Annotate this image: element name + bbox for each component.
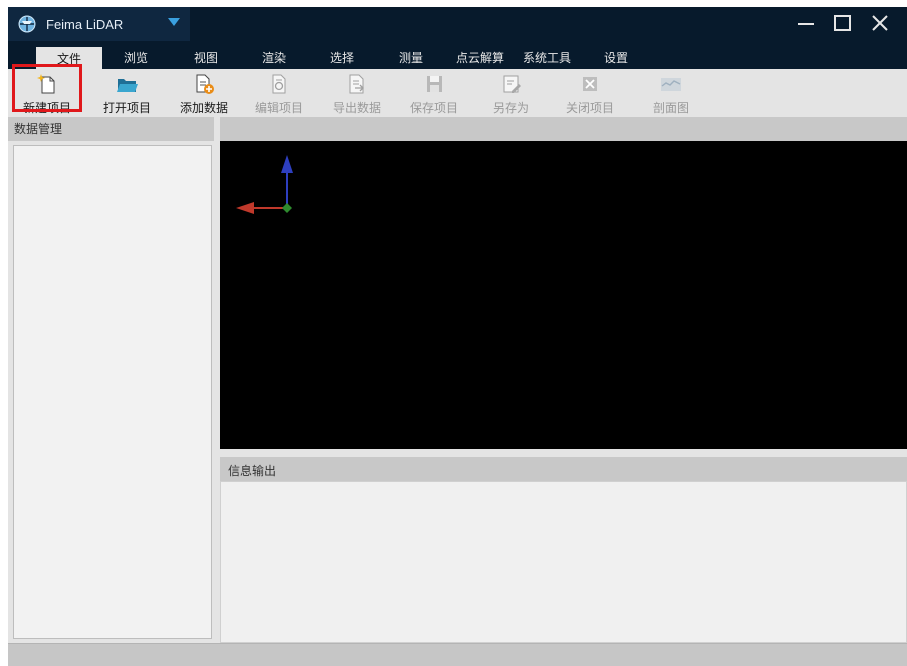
info-output-body[interactable]: [220, 481, 907, 643]
toolbar: 新建项目 打开项目 添加数据 编辑项目 导出数据 保存项目 另存为 关闭项目 剖…: [8, 69, 907, 117]
viewport-header: [220, 117, 907, 141]
add-data-label: 添加数据: [179, 101, 228, 115]
close-project-button[interactable]: 关闭项目: [557, 69, 623, 117]
3d-viewport[interactable]: [220, 141, 907, 449]
menu-render[interactable]: 渲染: [262, 49, 286, 69]
menu-system-tools[interactable]: 系统工具: [523, 49, 571, 69]
menu-select[interactable]: 选择: [330, 49, 354, 69]
menu-view[interactable]: 视图: [194, 49, 218, 69]
close-project-icon: [583, 77, 597, 91]
menu-bar: 文件 浏览 视图 渲染 选择 测量 点云解算 系统工具 设置: [8, 41, 907, 69]
app-title: Feima LiDAR: [46, 17, 124, 32]
data-management-title: 数据管理: [14, 122, 63, 136]
menu-measure[interactable]: 测量: [399, 49, 423, 69]
menu-browse[interactable]: 浏览: [124, 49, 148, 69]
export-data-label: 导出数据: [332, 101, 381, 115]
app-title-tab[interactable]: Feima LiDAR: [8, 7, 190, 41]
add-data-icon: [196, 74, 214, 94]
menu-settings[interactable]: 设置: [604, 49, 628, 69]
edit-project-icon: [272, 74, 286, 94]
profile-chart-label: 剖面图: [652, 101, 689, 115]
new-project-highlight: [12, 64, 82, 112]
save-project-button[interactable]: 保存项目: [401, 69, 467, 117]
export-data-icon: [349, 74, 364, 94]
open-project-label: 打开项目: [102, 101, 151, 115]
close-icon[interactable]: [866, 11, 894, 35]
menu-pointcloud-solve[interactable]: 点云解算: [456, 49, 504, 69]
save-as-label: 另存为: [492, 101, 529, 115]
save-icon: [427, 76, 442, 92]
open-folder-icon: [117, 79, 138, 92]
info-output-header: 信息输出: [220, 457, 907, 481]
profile-chart-button[interactable]: 剖面图: [638, 69, 704, 117]
edit-project-button[interactable]: 编辑项目: [246, 69, 312, 117]
title-bar: Feima LiDAR: [8, 7, 907, 41]
save-as-icon: [503, 75, 521, 93]
chevron-down-icon[interactable]: [168, 18, 180, 26]
add-data-button[interactable]: 添加数据: [171, 69, 237, 117]
app-window: Feima LiDAR 文件 浏览 视图 渲染 选择 测量 点云解算 系统工具 …: [8, 7, 907, 666]
profile-chart-icon: [661, 78, 681, 91]
close-project-label: 关闭项目: [565, 101, 614, 115]
edit-project-label: 编辑项目: [254, 101, 303, 115]
save-as-button[interactable]: 另存为: [478, 69, 544, 117]
status-bar: [8, 643, 907, 666]
feima-logo-icon: [18, 15, 36, 33]
axis-gizmo-icon: [236, 155, 293, 214]
maximize-icon[interactable]: [828, 11, 856, 35]
export-data-button[interactable]: 导出数据: [324, 69, 390, 117]
info-output-title: 信息输出: [228, 464, 277, 478]
data-management-tree[interactable]: [13, 145, 212, 639]
minimize-icon[interactable]: [792, 11, 820, 35]
save-project-label: 保存项目: [409, 101, 458, 115]
data-management-header: 数据管理: [8, 117, 214, 141]
open-project-button[interactable]: 打开项目: [94, 69, 160, 117]
